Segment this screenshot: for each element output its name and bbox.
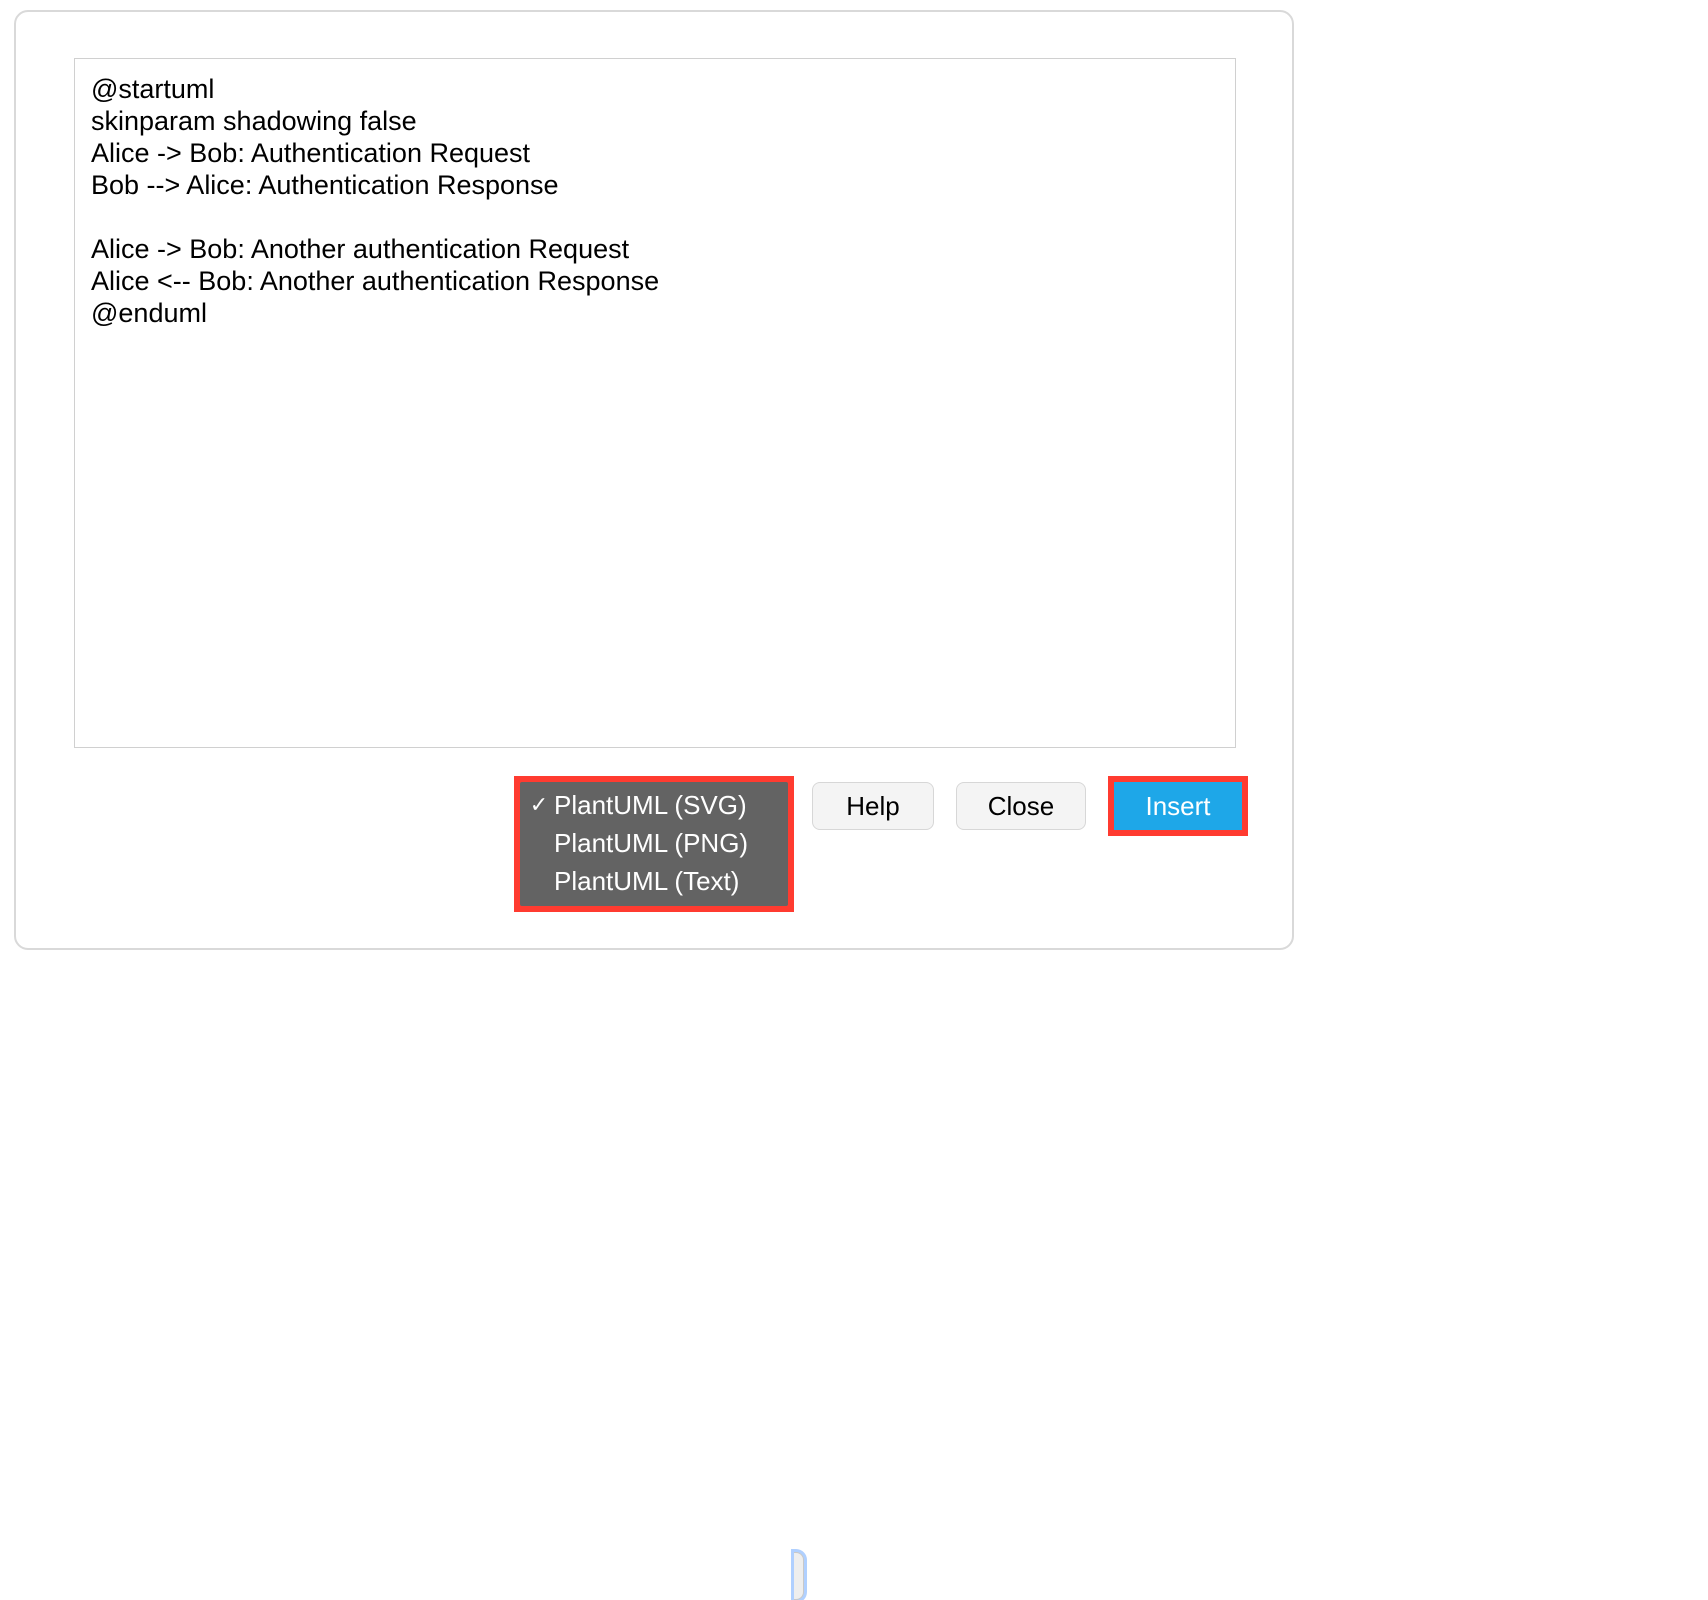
format-select-edge[interactable] <box>794 1552 804 1600</box>
format-option-png[interactable]: ✓ PlantUML (PNG) <box>520 824 788 862</box>
close-button[interactable]: Close <box>956 782 1086 830</box>
plantuml-source-editor[interactable] <box>74 58 1236 748</box>
format-option-label: PlantUML (SVG) <box>554 790 747 820</box>
format-option-svg[interactable]: ✓ PlantUML (SVG) <box>520 786 788 824</box>
insert-button[interactable]: Insert <box>1114 782 1242 830</box>
help-button[interactable]: Help <box>812 782 934 830</box>
format-option-text[interactable]: ✓ PlantUML (Text) <box>520 862 788 900</box>
insert-button-highlight: Insert <box>1108 776 1248 836</box>
format-menu-highlight: ✓ PlantUML (SVG) ✓ PlantUML (PNG) ✓ Plan… <box>514 776 794 912</box>
plantuml-dialog: Help Close Insert ✓ PlantUML (SVG) ✓ Pla… <box>14 10 1294 950</box>
check-icon: ✓ <box>528 786 550 824</box>
format-option-label: PlantUML (Text) <box>554 866 739 896</box>
format-dropdown-menu[interactable]: ✓ PlantUML (SVG) ✓ PlantUML (PNG) ✓ Plan… <box>520 782 788 906</box>
format-option-label: PlantUML (PNG) <box>554 828 748 858</box>
